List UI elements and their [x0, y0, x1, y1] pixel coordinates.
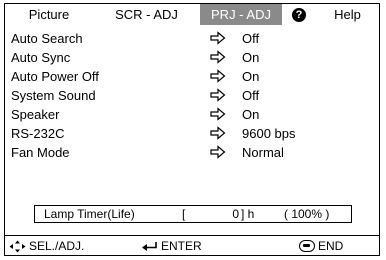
setting-auto-sync[interactable]: Auto Sync On: [5, 48, 379, 67]
right-arrow-icon: [210, 88, 226, 102]
sel-adj-hint: SEL./ADJ.: [9, 236, 84, 256]
right-arrow-icon: [210, 145, 226, 159]
right-arrow-icon: [210, 69, 226, 83]
tab-scr-adj[interactable]: SCR - ADJ: [93, 4, 200, 25]
right-arrow-icon: [210, 50, 226, 64]
tab-label: Help: [334, 7, 361, 22]
setting-fan-mode[interactable]: Fan Mode Normal: [5, 143, 379, 162]
enter-return-icon: [142, 241, 157, 251]
lamp-timer-box: Lamp Timer(Life) [ 0 ] h ( 100% ): [34, 205, 352, 223]
setting-label: RS-232C: [11, 126, 65, 141]
setting-label: Auto Search: [11, 31, 83, 46]
tab-help-icon[interactable]: ?: [282, 4, 316, 25]
question-icon: ?: [292, 7, 306, 22]
tab-prj-adj[interactable]: PRJ - ADJ: [200, 4, 282, 25]
tab-label: Picture: [28, 7, 70, 22]
right-arrow-icon: [210, 107, 226, 121]
setting-value: Off: [242, 31, 260, 46]
end-label: END: [318, 239, 344, 253]
lamp-bracket-close: ] h: [241, 207, 255, 221]
right-arrow-icon: [210, 126, 226, 140]
end-hint: END: [299, 236, 343, 256]
right-arrow-icon: [210, 31, 226, 45]
menu-tabs: Picture SCR - ADJ PRJ - ADJ ? Help: [5, 4, 379, 25]
setting-label: Auto Power Off: [11, 69, 99, 84]
tab-label: PRJ - ADJ: [211, 7, 271, 22]
lamp-timer-label: Lamp Timer(Life): [44, 207, 135, 221]
setting-label: System Sound: [11, 88, 96, 103]
setting-auto-search[interactable]: Auto Search Off: [5, 29, 379, 48]
setting-value: 9600 bps: [242, 126, 296, 141]
tab-picture[interactable]: Picture: [5, 4, 93, 25]
setting-value: Normal: [242, 145, 284, 160]
tab-help[interactable]: Help: [316, 4, 379, 25]
key-guide-bar: SEL./ADJ. ENTER END: [5, 235, 379, 256]
setting-value: On: [242, 69, 260, 84]
end-button-icon: [299, 240, 315, 252]
setting-label: Auto Sync: [11, 50, 71, 65]
enter-hint: ENTER: [141, 236, 202, 256]
setting-label: Fan Mode: [11, 145, 70, 160]
settings-list: Auto Search Off Auto Sync On Auto Power …: [5, 29, 379, 162]
enter-label: ENTER: [161, 239, 202, 253]
lamp-bracket-open: [: [182, 207, 186, 221]
lamp-life-percent: ( 100% ): [284, 207, 330, 221]
setting-rs-232c[interactable]: RS-232C 9600 bps: [5, 124, 379, 143]
four-way-arrow-icon: [9, 240, 26, 252]
tab-label: SCR - ADJ: [115, 7, 178, 22]
setting-speaker[interactable]: Speaker On: [5, 105, 379, 124]
setting-value: On: [242, 107, 260, 122]
setting-value: On: [242, 50, 260, 65]
setting-auto-power-off[interactable]: Auto Power Off On: [5, 67, 379, 86]
setting-label: Speaker: [11, 107, 60, 122]
lamp-hours: 0: [232, 207, 239, 221]
menu-frame: Picture SCR - ADJ PRJ - ADJ ? Help Auto …: [4, 3, 380, 256]
setting-value: Off: [242, 88, 260, 103]
setting-system-sound[interactable]: System Sound Off: [5, 86, 379, 105]
sel-adj-label: SEL./ADJ.: [29, 239, 85, 253]
